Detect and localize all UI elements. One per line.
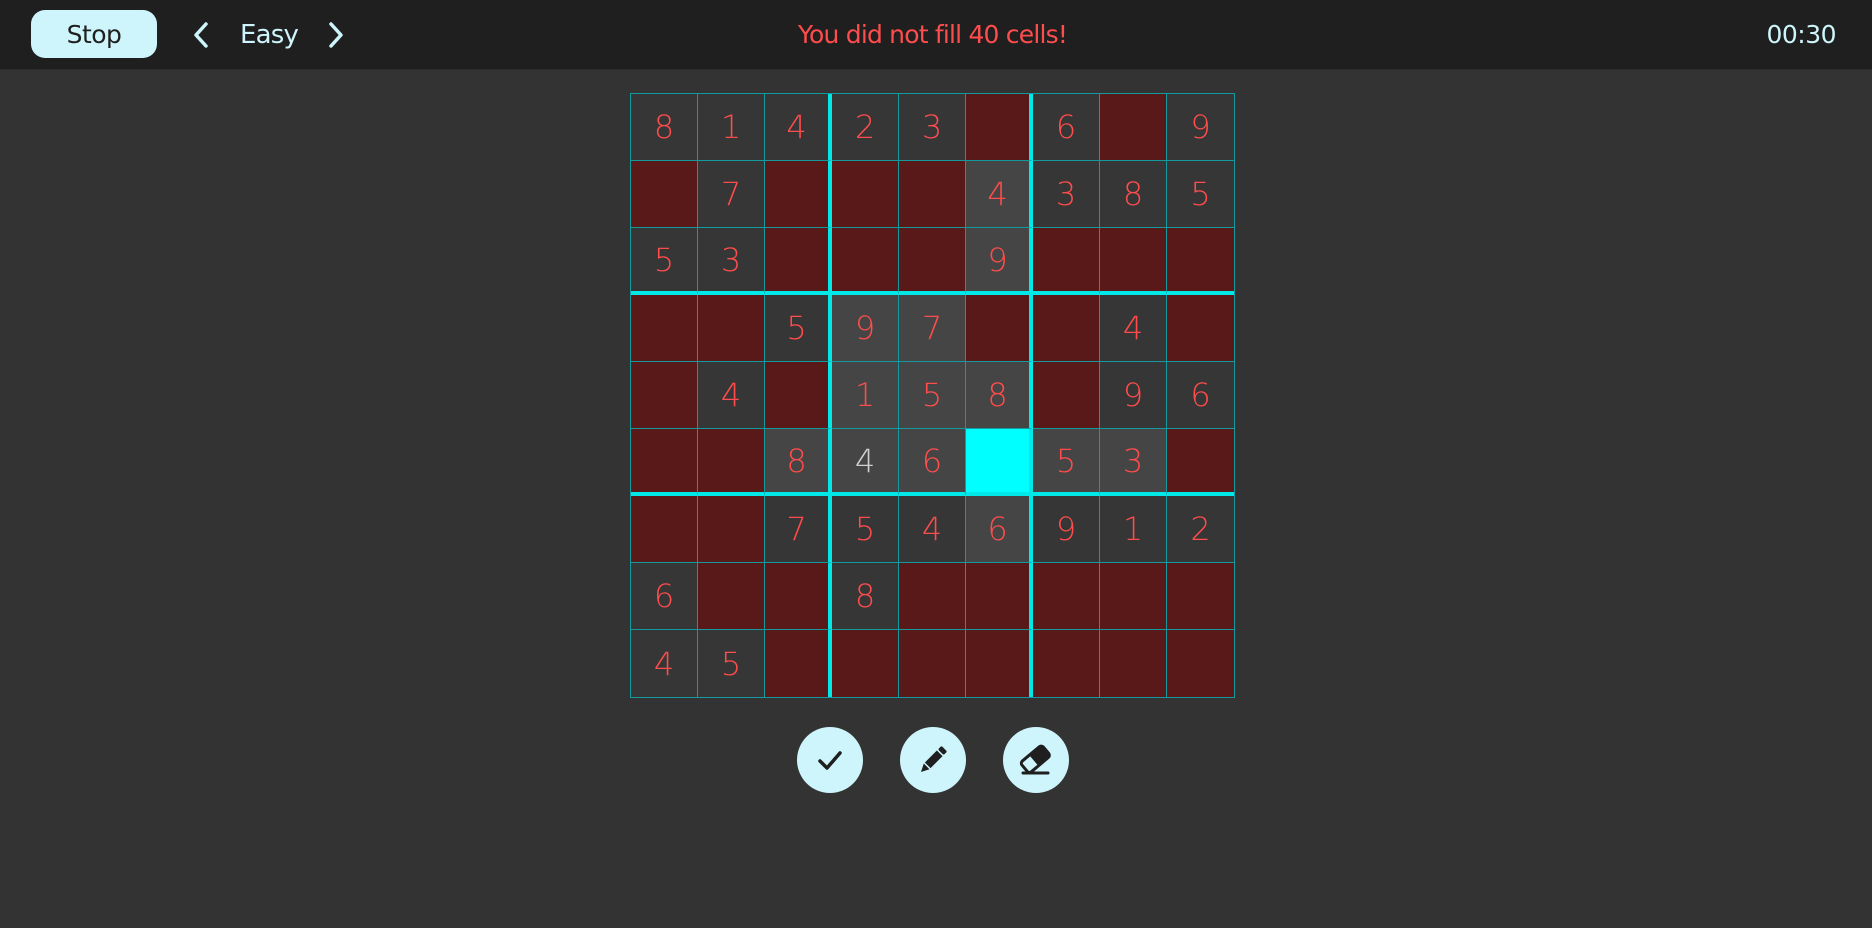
sudoku-cell[interactable] (631, 161, 698, 228)
sudoku-cell[interactable]: 6 (631, 563, 698, 630)
sudoku-cell[interactable]: 4 (966, 161, 1033, 228)
chevron-right-icon (329, 22, 343, 48)
sudoku-cell[interactable] (1033, 362, 1100, 429)
sudoku-cell[interactable] (899, 630, 966, 697)
previous-difficulty-button[interactable] (186, 18, 216, 52)
sudoku-cell[interactable] (832, 630, 899, 697)
sudoku-cell[interactable] (631, 362, 698, 429)
sudoku-cell[interactable]: 4 (698, 362, 765, 429)
difficulty-label: Easy (239, 20, 299, 50)
sudoku-cell[interactable] (1167, 563, 1234, 630)
sudoku-cell[interactable] (1100, 228, 1167, 295)
sudoku-cell[interactable] (899, 228, 966, 295)
sudoku-cell[interactable] (631, 429, 698, 496)
sudoku-cell[interactable] (1167, 429, 1234, 496)
sudoku-cell[interactable] (698, 429, 765, 496)
sudoku-cell[interactable] (1100, 94, 1167, 161)
sudoku-cell[interactable] (765, 362, 832, 429)
pencil-button[interactable] (900, 727, 966, 793)
chevron-left-icon (194, 22, 208, 48)
sudoku-cell[interactable]: 4 (631, 630, 698, 697)
sudoku-cell[interactable]: 5 (832, 496, 899, 563)
sudoku-cell[interactable]: 4 (1100, 295, 1167, 362)
sudoku-cell[interactable]: 9 (1033, 496, 1100, 563)
stop-button[interactable]: Stop (31, 10, 157, 58)
sudoku-cell[interactable]: 8 (1100, 161, 1167, 228)
sudoku-cell[interactable] (966, 429, 1033, 496)
sudoku-cell[interactable] (966, 295, 1033, 362)
sudoku-cell[interactable]: 2 (832, 94, 899, 161)
sudoku-cell[interactable] (1100, 630, 1167, 697)
sudoku-cell[interactable]: 7 (765, 496, 832, 563)
sudoku-cell[interactable] (832, 161, 899, 228)
sudoku-cell[interactable] (1100, 563, 1167, 630)
sudoku-cell[interactable]: 3 (698, 228, 765, 295)
sudoku-cell[interactable] (698, 496, 765, 563)
sudoku-cell[interactable]: 3 (1033, 161, 1100, 228)
sudoku-cell[interactable]: 7 (899, 295, 966, 362)
sudoku-cell[interactable] (765, 630, 832, 697)
sudoku-cell[interactable]: 2 (1167, 496, 1234, 563)
sudoku-cell[interactable]: 5 (1167, 161, 1234, 228)
sudoku-cell[interactable]: 8 (765, 429, 832, 496)
sudoku-cell[interactable] (966, 630, 1033, 697)
status-message: You did not fill 40 cells! (797, 20, 1068, 49)
sudoku-cell[interactable] (1167, 295, 1234, 362)
sudoku-cell[interactable] (1033, 630, 1100, 697)
sudoku-cell[interactable]: 8 (966, 362, 1033, 429)
sudoku-cell[interactable] (966, 563, 1033, 630)
sudoku-cell[interactable]: 8 (832, 563, 899, 630)
sudoku-cell[interactable]: 3 (899, 94, 966, 161)
sudoku-cell[interactable]: 4 (832, 429, 899, 496)
sudoku-cell[interactable]: 9 (1100, 362, 1167, 429)
sudoku-cell[interactable]: 6 (966, 496, 1033, 563)
check-button[interactable] (797, 727, 863, 793)
sudoku-cell[interactable]: 5 (765, 295, 832, 362)
sudoku-cell[interactable] (631, 496, 698, 563)
sudoku-cell[interactable] (1033, 228, 1100, 295)
sudoku-cell[interactable] (698, 563, 765, 630)
sudoku-cell[interactable] (698, 295, 765, 362)
sudoku-cell[interactable] (966, 94, 1033, 161)
sudoku-cell[interactable]: 7 (698, 161, 765, 228)
check-icon (818, 751, 842, 770)
sudoku-cell[interactable] (1167, 630, 1234, 697)
top-bar: Stop Easy You did not fill 40 cells! 00:… (0, 0, 1872, 70)
sudoku-cell[interactable]: 4 (765, 94, 832, 161)
sudoku-cell[interactable] (1033, 295, 1100, 362)
sudoku-cell[interactable]: 9 (1167, 94, 1234, 161)
sudoku-cell[interactable] (899, 161, 966, 228)
sudoku-cell[interactable]: 1 (1100, 496, 1167, 563)
sudoku-cell[interactable]: 6 (1167, 362, 1234, 429)
timer: 00:30 (1766, 20, 1836, 49)
tool-bar (797, 727, 1069, 793)
next-difficulty-button[interactable] (321, 18, 351, 52)
sudoku-cell[interactable]: 8 (631, 94, 698, 161)
sudoku-cell[interactable]: 1 (698, 94, 765, 161)
sudoku-cell[interactable] (832, 228, 899, 295)
sudoku-cell[interactable]: 5 (899, 362, 966, 429)
sudoku-cell[interactable]: 5 (631, 228, 698, 295)
eraser-icon (1019, 744, 1051, 775)
eraser-button[interactable] (1003, 727, 1069, 793)
sudoku-board: 8142369743855395974415896846537546912684… (630, 93, 1235, 698)
sudoku-cell[interactable]: 5 (698, 630, 765, 697)
sudoku-cell[interactable]: 9 (966, 228, 1033, 295)
sudoku-cell[interactable] (1033, 563, 1100, 630)
sudoku-cell[interactable]: 5 (1033, 429, 1100, 496)
sudoku-cell[interactable] (765, 228, 832, 295)
sudoku-cell[interactable]: 4 (899, 496, 966, 563)
sudoku-cell[interactable] (899, 563, 966, 630)
sudoku-cell[interactable]: 1 (832, 362, 899, 429)
sudoku-cell[interactable]: 6 (1033, 94, 1100, 161)
sudoku-cell[interactable] (1167, 228, 1234, 295)
sudoku-cell[interactable] (631, 295, 698, 362)
sudoku-cell[interactable]: 9 (832, 295, 899, 362)
pencil-icon (920, 746, 947, 773)
sudoku-cell[interactable] (765, 563, 832, 630)
sudoku-cell[interactable] (765, 161, 832, 228)
sudoku-cell[interactable]: 3 (1100, 429, 1167, 496)
sudoku-cell[interactable]: 6 (899, 429, 966, 496)
